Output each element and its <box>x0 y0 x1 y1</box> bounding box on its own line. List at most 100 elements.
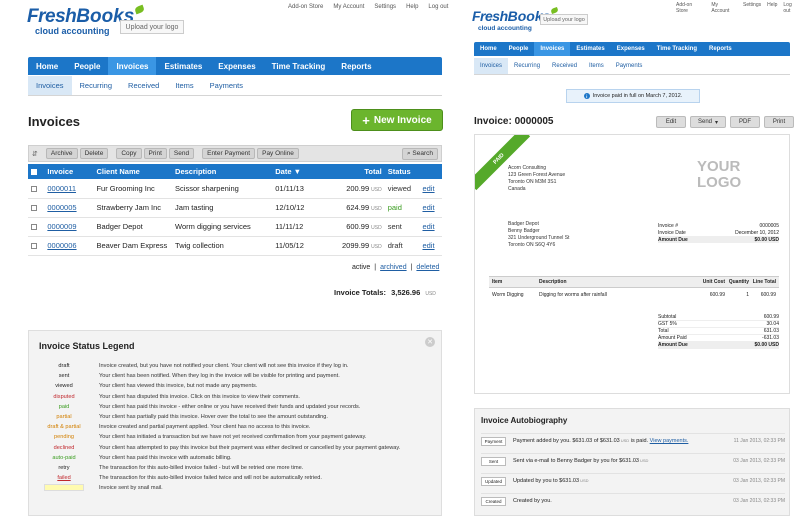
select-all-checkbox[interactable] <box>31 169 37 176</box>
filter-deleted[interactable]: deleted <box>416 264 439 271</box>
edit-button[interactable]: Edit <box>656 116 686 128</box>
legend-key: retry <box>58 464 70 471</box>
pay-online-button[interactable]: Pay Online <box>257 148 299 159</box>
row-checkbox[interactable] <box>31 185 37 192</box>
nav-home[interactable]: Home <box>28 57 66 75</box>
col-total[interactable]: Total <box>329 164 385 179</box>
history-row: Created Created by you. 03 Jan 2013, 02:33… <box>481 493 785 508</box>
row-checkbox[interactable] <box>31 243 37 250</box>
copy-button[interactable]: Copy <box>116 148 142 159</box>
subnav-received[interactable]: Received <box>120 76 167 95</box>
subnav-payments[interactable]: Payments <box>610 58 649 74</box>
currency: USD <box>371 206 382 212</box>
main-nav: Home People Invoices Estimates Expenses Time … <box>28 57 442 75</box>
status-badge: draft <box>384 236 420 256</box>
table-row[interactable]: 0000005 Strawberry Jam Inc Jam tasting 12/1… <box>28 198 442 218</box>
row-checkbox[interactable] <box>31 205 37 212</box>
address-line: 321 Underground Tunnel St <box>508 235 570 241</box>
archive-button[interactable]: Archive <box>45 148 78 159</box>
send-dropdown-button[interactable]: Send ▾ <box>690 116 726 128</box>
nav-people[interactable]: People <box>66 57 108 75</box>
table-row[interactable]: 0000009 Badger Depot Worm digging services… <box>28 217 442 237</box>
subnav-payments[interactable]: Payments <box>202 76 251 95</box>
history-date: 03 Jan 2013, 02:33 PM <box>733 458 785 464</box>
toplink-add-on-store[interactable]: Add-on Store <box>676 2 705 14</box>
subnav-recurring[interactable]: Recurring <box>72 76 121 95</box>
autobiography-title: Invoice Autobiography <box>481 416 568 425</box>
send-button[interactable]: Send <box>168 148 195 159</box>
nav-estimates[interactable]: Estimates <box>570 42 610 56</box>
close-icon[interactable]: ✕ <box>425 337 435 347</box>
table-row[interactable]: 0000011 Fur Grooming Inc Scissor sharpenin… <box>28 179 442 199</box>
client-name: Badger Depot <box>93 217 173 237</box>
legend-row: draft Invoice created, but you have not n… <box>29 361 441 371</box>
address-line: Benny Badger <box>508 228 540 234</box>
nav-expenses[interactable]: Expenses <box>210 57 263 75</box>
print-button[interactable]: Print <box>764 116 794 128</box>
nav-estimates[interactable]: Estimates <box>156 57 210 75</box>
nav-reports[interactable]: Reports <box>333 57 379 75</box>
nav-time-tracking[interactable]: Time Tracking <box>651 42 703 56</box>
view-payments-link[interactable]: View payments. <box>650 438 689 444</box>
legend-row: pending Your client has initiated a trans… <box>29 432 441 442</box>
nav-home[interactable]: Home <box>474 42 503 56</box>
invoice-number-link[interactable]: 0000011 <box>47 184 76 193</box>
subnav-received[interactable]: Received <box>546 58 583 74</box>
history-date: 11 Jan 2013, 02:33 PM <box>733 438 785 444</box>
edit-link[interactable]: edit <box>422 184 434 193</box>
col-invoice[interactable]: Invoice <box>44 164 94 179</box>
invoice-filters: active | archived | deleted <box>352 264 440 271</box>
toplink-log-out[interactable]: Log out <box>783 2 800 14</box>
history-tag-sent: Sent <box>481 456 506 466</box>
toplink-my-account[interactable]: My Account <box>333 4 364 10</box>
subnav-invoices[interactable]: Invoices <box>28 76 72 95</box>
edit-link[interactable]: edit <box>422 241 434 250</box>
delete-button[interactable]: Delete <box>79 148 109 159</box>
upload-logo-button[interactable]: Upload your logo <box>540 14 588 25</box>
upload-logo-button[interactable]: Upload your logo <box>120 20 184 34</box>
invoice-total: 2099.99 USD <box>329 236 385 256</box>
subnav-items[interactable]: Items <box>583 58 610 74</box>
toplink-help[interactable]: Help <box>767 2 777 14</box>
nav-invoices[interactable]: Invoices <box>534 42 571 56</box>
meta-gst-5: GST 5% 30.04 <box>658 321 779 328</box>
nav-people[interactable]: People <box>503 42 535 56</box>
subnav-invoices[interactable]: Invoices <box>474 58 509 74</box>
toplink-help[interactable]: Help <box>406 4 418 10</box>
toplink-my-account[interactable]: My Account <box>711 2 737 14</box>
subnav-recurring[interactable]: Recurring <box>508 58 546 74</box>
toplink-settings[interactable]: Settings <box>743 2 761 14</box>
invoice-number-link[interactable]: 0000009 <box>47 222 76 231</box>
toplink-add-on-store[interactable]: Add-on Store <box>288 4 323 10</box>
filter-active[interactable]: active <box>352 264 370 271</box>
nav-expenses[interactable]: Expenses <box>611 42 651 56</box>
invoice-number-link[interactable]: 0000006 <box>47 241 76 250</box>
invoice-number-link[interactable]: 0000005 <box>47 203 76 212</box>
legend-key: sent <box>58 373 70 380</box>
toplink-settings[interactable]: Settings <box>374 4 396 10</box>
col-client[interactable]: Client Name <box>93 164 173 179</box>
nav-invoices[interactable]: Invoices <box>108 57 157 75</box>
pdf-button[interactable]: PDF <box>730 116 760 128</box>
nav-reports[interactable]: Reports <box>703 42 738 56</box>
search-button[interactable]: ⌕ Search <box>401 147 438 160</box>
print-button[interactable]: Print <box>143 148 167 159</box>
history-text: Sent via e-mail to Benny Badger by you f… <box>513 458 649 464</box>
col-description[interactable]: Description <box>172 164 273 179</box>
edit-link[interactable]: edit <box>422 222 434 231</box>
new-invoice-button[interactable]: + New Invoice <box>351 109 443 131</box>
edit-link[interactable]: edit <box>422 203 434 212</box>
subnav-items[interactable]: Items <box>167 76 201 95</box>
filter-archived[interactable]: archived <box>380 264 406 271</box>
enter-payment-button[interactable]: Enter Payment <box>202 148 256 159</box>
legend-description: The transaction for this auto-billed inv… <box>99 464 304 471</box>
logo-placeholder: YOUR LOGO <box>697 158 742 191</box>
description: Twig collection <box>172 236 273 256</box>
toplink-log-out[interactable]: Log out <box>428 4 448 10</box>
col-date[interactable]: Date ▼ <box>272 164 330 179</box>
nav-time-tracking[interactable]: Time Tracking <box>264 57 334 75</box>
table-row[interactable]: 0000006 Beaver Dam Express Twig collection… <box>28 236 442 256</box>
col-status[interactable]: Status <box>384 164 420 179</box>
row-checkbox[interactable] <box>31 224 37 231</box>
sort-arrow-icon[interactable]: ⇵ <box>32 150 38 158</box>
